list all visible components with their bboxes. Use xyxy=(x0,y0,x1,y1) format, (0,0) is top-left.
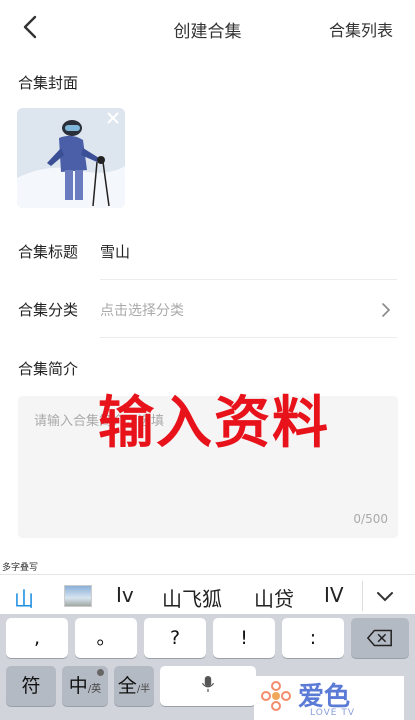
candidate-item[interactable]: 山贷 xyxy=(254,583,294,612)
candidate-item[interactable]: IV xyxy=(324,583,344,607)
close-icon xyxy=(107,112,119,124)
key-exclamation[interactable]: ! xyxy=(213,618,275,658)
chevron-right-icon xyxy=(382,303,391,317)
microphone-icon xyxy=(201,676,215,692)
category-chevron[interactable] xyxy=(379,301,393,319)
top-bar: 创建合集 合集列表 xyxy=(0,0,415,56)
category-selector[interactable]: 点击选择分类 xyxy=(100,300,184,320)
key-comma[interactable]: , xyxy=(6,618,68,658)
candidate-item[interactable]: 山 xyxy=(14,583,34,612)
space-key[interactable] xyxy=(160,666,256,706)
cover-image[interactable] xyxy=(17,108,125,208)
width-full: 全 xyxy=(117,675,137,697)
candidate-item[interactable]: 山飞狐 xyxy=(162,583,222,612)
chevron-down-icon xyxy=(377,592,393,602)
category-label: 合集分类 xyxy=(18,301,79,319)
cover-label: 合集封面 xyxy=(18,74,79,92)
candidate-bar: 山 Iv 山飞狐 山贷 IV xyxy=(0,574,415,616)
backspace-icon xyxy=(366,629,392,647)
title-input[interactable]: 雪山 xyxy=(100,241,130,262)
lang-en-sub: /英 xyxy=(87,684,102,695)
intro-label: 合集简介 xyxy=(18,360,79,378)
candidate-divider xyxy=(362,581,363,611)
title-row: 合集标题 雪山 xyxy=(0,224,415,280)
key-period[interactable]: 。 xyxy=(75,618,137,658)
key-colon[interactable]: : xyxy=(282,618,344,658)
intro-char-count: 0/500 xyxy=(353,512,388,526)
collapse-candidates-button[interactable] xyxy=(374,585,396,607)
watermark-text: 输入资料 xyxy=(98,391,330,456)
lang-zh: 中 xyxy=(68,675,88,697)
width-half-sub: /半 xyxy=(136,684,151,695)
delete-key[interactable] xyxy=(351,618,409,658)
title-label: 合集标题 xyxy=(18,243,79,261)
flower-logo-icon xyxy=(261,681,291,711)
symbol-key[interactable]: 符 xyxy=(6,666,56,706)
keyboard-caption: 多字叠写 xyxy=(2,563,39,573)
width-switch-key[interactable]: 全/半 xyxy=(114,666,154,706)
brand-sub: LOVE TV xyxy=(310,708,355,718)
key-question[interactable]: ? xyxy=(144,618,206,658)
remove-cover-button[interactable] xyxy=(105,110,121,126)
candidate-image[interactable] xyxy=(64,585,92,607)
candidate-item[interactable]: Iv xyxy=(116,583,134,607)
brand-watermark: 爱色 LOVE TV xyxy=(254,676,404,720)
indicator-dot xyxy=(97,669,104,676)
category-divider xyxy=(100,337,397,338)
title-divider xyxy=(100,279,397,280)
category-row[interactable]: 合集分类 点击选择分类 xyxy=(0,282,415,338)
lang-switch-key[interactable]: 中/英 xyxy=(62,666,108,706)
collection-list-link[interactable]: 合集列表 xyxy=(329,17,393,41)
